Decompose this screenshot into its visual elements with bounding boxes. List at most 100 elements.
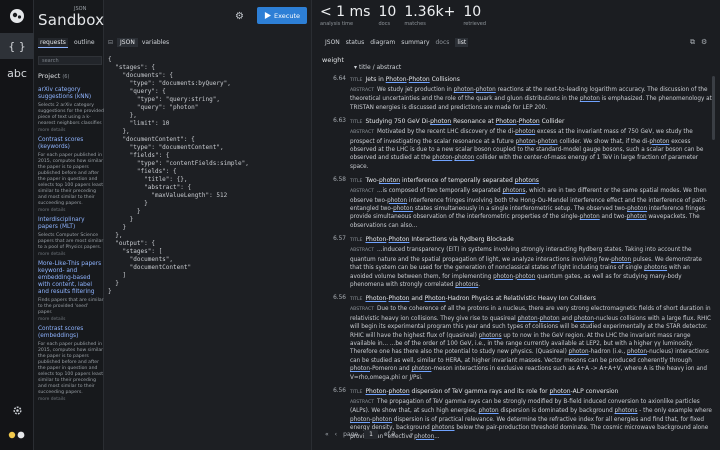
stat-docs: 10 docs: [378, 4, 397, 27]
play-icon: [264, 12, 271, 19]
tab-variables[interactable]: variables: [142, 39, 169, 46]
result-list: 6.64 TITLE Jets in Photon-Photon Collision…: [322, 76, 714, 447]
table-row: 6.63 TITLE Studying 750 GeV Di-photon Reso…: [322, 118, 714, 171]
row-title-text: Studying 750 GeV Di-photon Resonance at …: [365, 118, 565, 126]
logo-icon: [10, 9, 24, 23]
sidebar-tabs: requests outline: [38, 38, 97, 48]
row-abstract: ABSTRACT ...induced transparency (EIT) in…: [350, 246, 714, 289]
tab-list[interactable]: list: [455, 38, 469, 47]
abstract-label: ABSTRACT: [350, 248, 375, 254]
collapse-icon[interactable]: ⊟: [108, 39, 113, 46]
left-rail: { } abc: [0, 0, 34, 450]
list-item[interactable]: Contrast scores (embeddings) For each pap…: [38, 326, 104, 402]
row-abstract-text: Motivated by the recent LHC discovery of…: [350, 129, 704, 170]
list-item[interactable]: Contrast scores (keywords) For each paper…: [38, 137, 104, 213]
row-title[interactable]: TITLE Photon-Photon Interactions via Rydb…: [350, 236, 714, 245]
row-weight: 6.57: [333, 236, 346, 243]
stat-retrieved: 10 retrieved: [463, 4, 487, 27]
code-editor[interactable]: { "stages": { "documents": { "type": "do…: [108, 56, 308, 296]
page-total: of 2: [383, 431, 396, 438]
title-label: TITLE: [350, 297, 363, 303]
table-row: 6.57 TITLE Photon-Photon Interactions via …: [322, 236, 714, 289]
row-abstract: ABSTRACT We study jet production in photo…: [350, 86, 714, 112]
column-weight: weight: [322, 56, 344, 64]
gear-icon[interactable]: ⚙: [701, 38, 707, 47]
editor-settings-icon[interactable]: ⚙: [235, 11, 244, 22]
row-title-text: Photon-photon dispersion of TeV gamma ra…: [365, 387, 619, 395]
abstract-label: ABSTRACT: [350, 189, 375, 195]
title-label: TITLE: [350, 179, 363, 185]
row-weight: 6.56: [333, 387, 346, 394]
row-title[interactable]: TITLE Photon-Photon and Photon-Hadron Phy…: [350, 295, 714, 304]
tab-results-json[interactable]: JSON: [325, 39, 340, 46]
moon-sun-icon: [8, 431, 25, 439]
query-editor-tool[interactable]: { }: [0, 33, 34, 59]
gear-icon: [12, 406, 22, 415]
table-row: 6.58 TITLE Two-photon interference of temp…: [322, 177, 714, 230]
next-page-button[interactable]: ›: [401, 431, 403, 438]
table-row: 6.56 TITLE Photon-Photon and Photon-Hadron…: [322, 295, 714, 382]
title-label: TITLE: [350, 389, 363, 395]
row-abstract-text: ...induced transparency (EIT) in systems…: [350, 247, 702, 288]
brand-name: Sandbox: [38, 11, 105, 29]
theme-toggle[interactable]: [0, 430, 34, 440]
request-list: arXiv category suggestions (kNN) Selects …: [38, 87, 104, 406]
table-row: 6.64 TITLE Jets in Photon-Photon Collision…: [322, 76, 714, 112]
row-title-text: Jets in Photon-Photon Collisions: [365, 76, 460, 83]
search-input[interactable]: search: [38, 56, 102, 65]
row-abstract: ABSTRACT Motivated by the recent LHC disc…: [350, 128, 714, 171]
row-abstract: ABSTRACT Due to the coherence of all the …: [350, 305, 714, 382]
title-label: TITLE: [350, 120, 363, 126]
stat-analysis-time: < 1 ms analysis time: [320, 4, 371, 27]
prev-page-button[interactable]: ‹: [335, 431, 337, 438]
column-fields: ▾ title / abstract: [354, 64, 402, 71]
row-weight: 6.56: [333, 295, 346, 302]
list-item[interactable]: arXiv category suggestions (kNN) Selects …: [38, 87, 104, 133]
tab-status[interactable]: status: [346, 39, 364, 46]
row-abstract-text: We study jet production in photon-photon…: [350, 87, 712, 111]
row-title-text: Two-photon interference of temporally se…: [365, 177, 539, 185]
list-item[interactable]: Interdisciplinary papers (MLT) Selects Co…: [38, 217, 104, 257]
tab-diagram[interactable]: diagram: [370, 39, 395, 46]
tab-summary[interactable]: summary: [401, 39, 429, 46]
row-title-text: Photon-Photon Interactions via Rydberg B…: [365, 236, 514, 244]
tab-outline[interactable]: outline: [72, 38, 97, 48]
last-page-button[interactable]: »: [410, 431, 414, 438]
copy-icon[interactable]: ⧉: [690, 38, 695, 47]
row-weight: 6.63: [333, 118, 346, 125]
docs-label: docs: [435, 39, 450, 46]
row-abstract-text: Due to the coherence of all the protons …: [350, 306, 712, 381]
app: { } abc JSON Sandbox requests outline se…: [0, 0, 720, 450]
chevron-down-icon[interactable]: ▾: [354, 64, 357, 71]
results-tabs: JSON status diagram summary docs list: [325, 38, 469, 47]
first-page-button[interactable]: «: [325, 431, 329, 438]
row-title[interactable]: TITLE Jets in Photon-Photon Collisions: [350, 76, 714, 85]
row-title[interactable]: TITLE Two-photon interference of temporal…: [350, 177, 714, 186]
project-heading: Project (6): [38, 72, 70, 80]
row-title[interactable]: TITLE Photon-photon dispersion of TeV gam…: [350, 388, 714, 397]
row-title-text: Photon-Photon and Photon-Hadron Physics …: [365, 295, 596, 303]
results-controls: ⧉ ⚙: [690, 38, 707, 47]
row-weight: 6.64: [333, 76, 346, 82]
page-input[interactable]: 1: [364, 430, 378, 439]
settings-icon[interactable]: [0, 405, 34, 416]
pagination: « ‹ page 1 of 2 › »: [325, 430, 414, 439]
editor-tabs: ⊟ JSON variables: [108, 38, 169, 47]
execute-button[interactable]: Execute: [257, 7, 307, 24]
list-item[interactable]: More-Like-This papers keyword- and embed…: [38, 261, 104, 322]
stats-bar: < 1 ms analysis time 10 docs 1.36k+ matches…: [320, 4, 486, 27]
stat-matches: 1.36k+ matches: [404, 4, 456, 27]
abstract-label: ABSTRACT: [350, 399, 375, 405]
page-label: page: [343, 431, 359, 438]
row-abstract: ABSTRACT ...is composed of two temporally…: [350, 187, 714, 230]
title-label: TITLE: [350, 78, 363, 83]
title-label: TITLE: [350, 238, 363, 244]
row-title[interactable]: TITLE Studying 750 GeV Di-photon Resonanc…: [350, 118, 714, 127]
row-abstract-text: ...is composed of two temporally separat…: [350, 188, 708, 229]
text-tool[interactable]: abc: [0, 60, 34, 86]
row-weight: 6.58: [333, 177, 346, 184]
abstract-label: ABSTRACT: [350, 130, 375, 136]
abstract-label: ABSTRACT: [350, 307, 375, 313]
tab-requests[interactable]: requests: [38, 38, 68, 48]
tab-json[interactable]: JSON: [117, 38, 138, 47]
